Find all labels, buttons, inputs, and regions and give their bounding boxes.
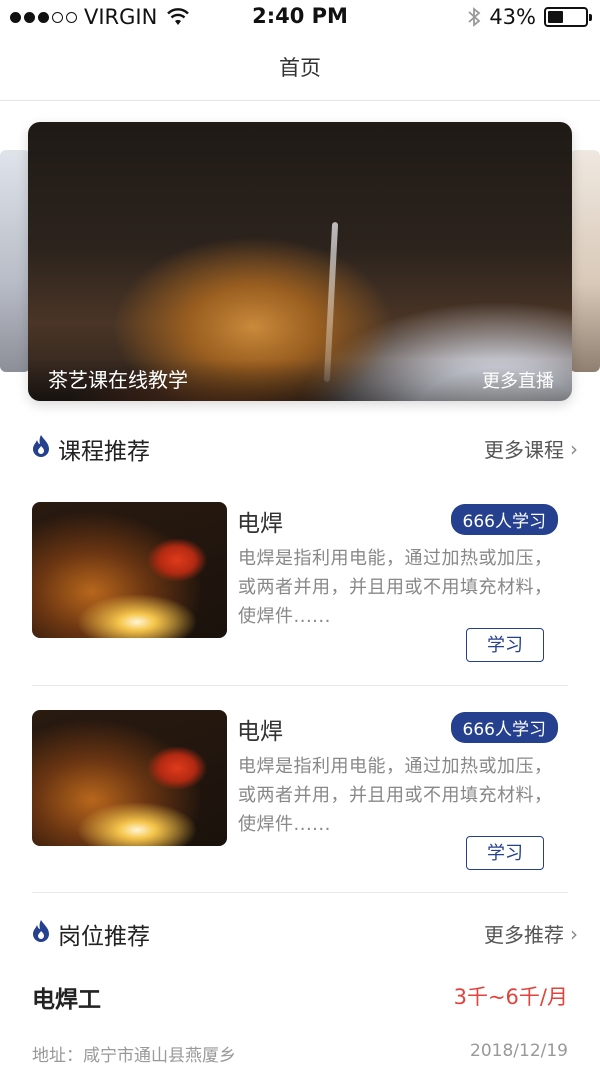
- study-button[interactable]: 学习: [466, 836, 544, 870]
- chevron-right-icon[interactable]: ›: [570, 437, 578, 461]
- learner-count-badge: 666人学习: [450, 712, 558, 743]
- job-address: 地址：咸宁市通山县燕厦乡: [32, 1046, 236, 1066]
- nav-bar: 首页: [0, 34, 600, 101]
- battery-icon: [544, 7, 592, 27]
- page-title: 首页: [279, 56, 321, 80]
- flame-icon: [33, 920, 49, 942]
- status-right: 43%: [467, 5, 592, 29]
- more-courses-link[interactable]: 更多课程: [484, 434, 564, 463]
- banner-carousel[interactable]: 茶艺课在线教学 更多直播: [28, 122, 572, 401]
- job-salary: 3千~6千/月: [453, 985, 568, 1009]
- flame-icon: [33, 435, 49, 457]
- divider: [32, 685, 568, 686]
- course-thumbnail[interactable]: [32, 502, 227, 638]
- divider: [32, 892, 568, 893]
- more-jobs-link[interactable]: 更多推荐: [484, 919, 564, 948]
- banner-prev-peek[interactable]: [0, 150, 30, 372]
- courses-section-title: 课程推荐: [58, 439, 150, 465]
- course-name: 电焊: [237, 719, 283, 745]
- course-thumbnail[interactable]: [32, 710, 227, 846]
- bluetooth-icon: [468, 7, 481, 27]
- learner-count-badge: 666人学习: [450, 504, 558, 535]
- jobs-section-header: 岗位推荐 更多推荐 ›: [0, 913, 600, 953]
- course-description: 电焊是指利用电能，通过加热或加压，或两者并用，并且用或不用填充材料，使焊件...…: [238, 548, 553, 627]
- more-live-link[interactable]: 更多直播: [482, 367, 554, 393]
- banner-next-peek[interactable]: [570, 150, 600, 372]
- courses-section-header: 课程推荐 更多课程 ›: [0, 428, 600, 468]
- banner-caption: 茶艺课在线教学: [48, 368, 188, 392]
- course-name: 电焊: [237, 511, 283, 537]
- study-button[interactable]: 学习: [466, 628, 544, 662]
- course-card[interactable]: 电焊 666人学习 电焊是指利用电能，通过加热或加压，或两者并用，并且用或不用填…: [32, 710, 568, 880]
- jobs-section-title: 岗位推荐: [58, 924, 150, 950]
- course-card[interactable]: 电焊 666人学习 电焊是指利用电能，通过加热或加压，或两者并用，并且用或不用填…: [32, 502, 568, 672]
- job-date: 2018/12/19: [470, 1041, 568, 1061]
- course-description: 电焊是指利用电能，通过加热或加压，或两者并用，并且用或不用填充材料，使焊件...…: [238, 756, 553, 835]
- status-bar: VIRGIN 2:40 PM 43%: [0, 0, 600, 34]
- job-title: 电焊工: [32, 987, 101, 1013]
- chevron-right-icon[interactable]: ›: [570, 922, 578, 946]
- battery-percent: 43%: [489, 5, 536, 29]
